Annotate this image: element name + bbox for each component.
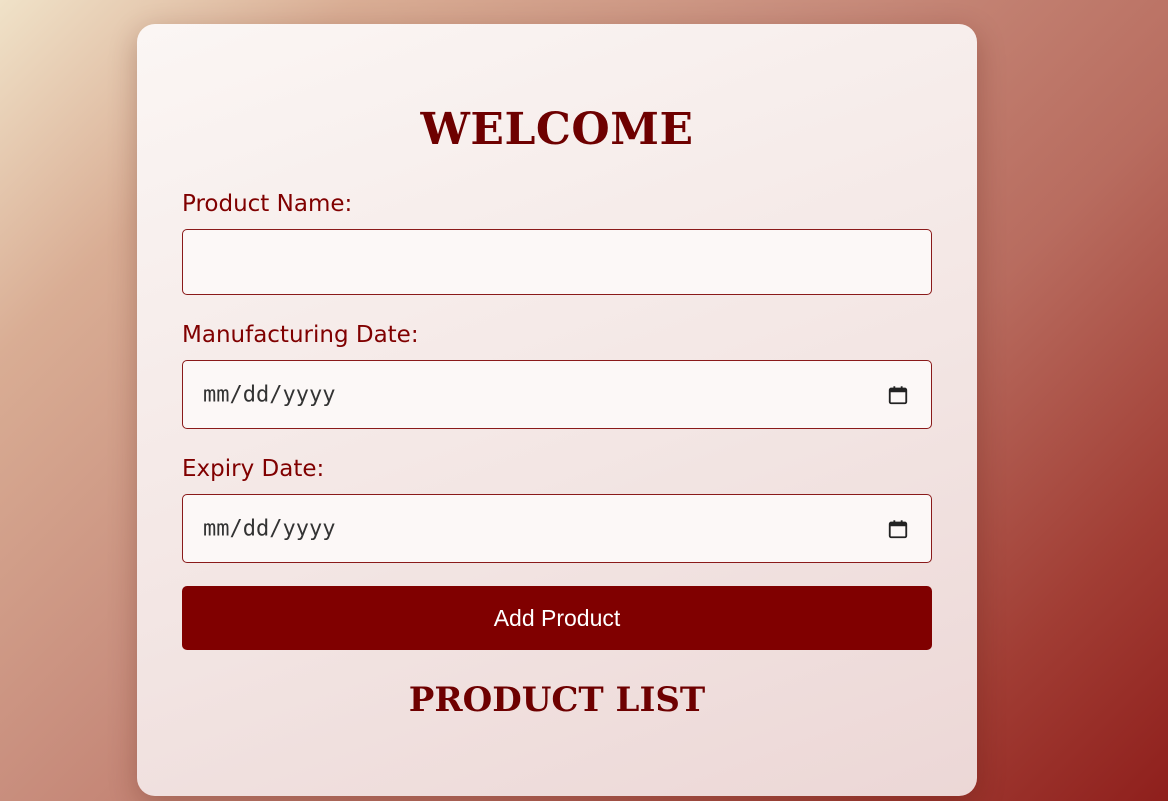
product-name-input[interactable] (182, 229, 932, 295)
expiry-date-placeholder: mm/dd/yyyy (203, 516, 336, 541)
calendar-icon[interactable] (887, 384, 909, 406)
product-name-label: Product Name: (182, 191, 353, 217)
calendar-icon[interactable] (887, 518, 909, 540)
manufacturing-date-placeholder: mm/dd/yyyy (203, 382, 336, 407)
manufacturing-date-input[interactable]: mm/dd/yyyy (182, 360, 932, 429)
product-list-title: PRODUCT LIST (408, 680, 706, 720)
expiry-date-input[interactable]: mm/dd/yyyy (182, 494, 932, 563)
manufacturing-date-label: Manufacturing Date: (182, 322, 419, 348)
expiry-date-label: Expiry Date: (182, 456, 325, 482)
welcome-title: WELCOME (420, 104, 694, 155)
product-form-card: WELCOME Product Name: Manufacturing Date… (137, 24, 977, 796)
add-product-button[interactable]: Add Product (182, 586, 932, 650)
